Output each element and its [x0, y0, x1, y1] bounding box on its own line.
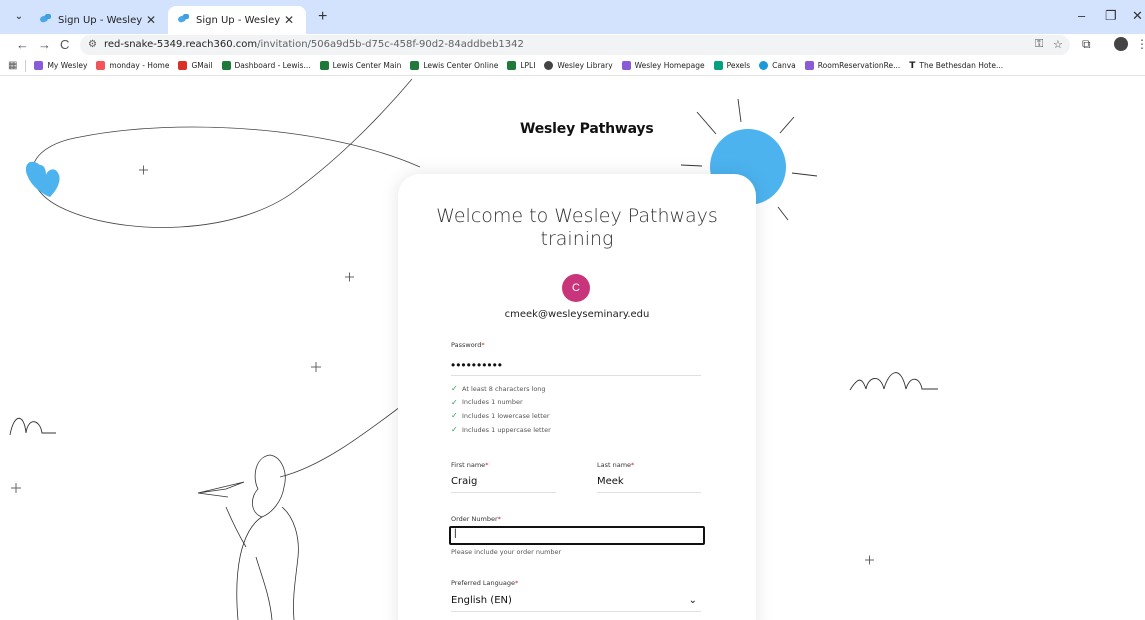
woman-illustration [197, 454, 299, 620]
tab-inactive[interactable]: Sign Up - Wesley Pathways ✕ [30, 6, 168, 34]
site-settings-icon[interactable]: ⚙ [88, 39, 97, 50]
order-number-hint: Please include your order number [451, 548, 562, 556]
password-rule: ✓ Includes 1 lowercase letter [451, 411, 550, 421]
bookmark-lewis-center-online[interactable]: Lewis Center Online [410, 61, 498, 70]
bookmark-favicon-icon [96, 61, 106, 70]
brand-logo: Wesley Pathways [520, 121, 654, 137]
extensions-icon[interactable]: ⧉ [1082, 37, 1091, 52]
bookmark-pexels[interactable]: Pexels [713, 61, 750, 70]
last-name-field[interactable]: Meek [597, 476, 701, 493]
minimize-button[interactable]: – [1078, 8, 1085, 23]
tab-title: Sign Up - Wesley Pathways [196, 14, 282, 26]
apps-grid-icon[interactable]: ▦ [8, 60, 17, 71]
menu-kebab-icon[interactable]: ⋮ [1136, 37, 1145, 51]
url-text: red-snake-5349.reach360.com/invitation/5… [104, 39, 524, 50]
order-number-label: Order Number* [451, 515, 501, 523]
bookmark-my-wesley[interactable]: My Wesley [34, 61, 87, 70]
back-button[interactable]: ← [16, 37, 29, 52]
globe-icon [544, 61, 554, 70]
password-rule: ✓ Includes 1 number [451, 397, 523, 407]
canva-icon [759, 61, 769, 70]
browser-toolbar: ← → C ⚙ red-snake-5349.reach360.com/invi… [0, 34, 1145, 56]
bookmark-room-reservation[interactable]: RoomReservationRe... [804, 61, 900, 70]
password-field[interactable]: •••••••••• [451, 358, 701, 376]
page-content: Wesley Pathways Welcome to Wesley Pathwa… [0, 77, 1145, 620]
bookmark-favicon-icon [221, 61, 231, 70]
bookmark-favicon-icon [34, 61, 44, 70]
reload-button[interactable]: C [60, 37, 69, 52]
close-window-button[interactable]: ✕ [1132, 8, 1143, 24]
restore-button[interactable]: ❐ [1105, 8, 1117, 24]
tab-close-icon[interactable]: ✕ [144, 13, 158, 27]
tab-search-chevron-icon[interactable]: ⌄ [12, 10, 26, 24]
bookmark-favicon-icon [507, 61, 517, 70]
tab-strip: ⌄ Sign Up - Wesley Pathways ✕ Sign Up - … [0, 0, 1145, 34]
bookmarks-bar: ▦ My Wesley monday - Home GMail Dashboar… [0, 56, 1145, 76]
wesley-pathways-favicon-icon [40, 14, 52, 26]
tab-title: Sign Up - Wesley Pathways [58, 14, 144, 26]
address-bar[interactable]: ⚙ red-snake-5349.reach360.com/invitation… [80, 35, 1070, 55]
check-icon: ✓ [451, 411, 458, 421]
bookmark-favicon-icon [804, 61, 814, 70]
bookmark-wesley-homepage[interactable]: Wesley Homepage [621, 61, 705, 70]
bookmark-favicon-icon [319, 61, 329, 70]
bookmark-star-icon[interactable]: ☆ [1053, 38, 1063, 51]
wesley-pathways-favicon-icon [178, 14, 190, 26]
bookmarks-divider [25, 59, 27, 72]
tab-active[interactable]: Sign Up - Wesley Pathways ✕ [168, 6, 306, 34]
forward-button[interactable]: → [38, 37, 51, 52]
bookmark-dashboard-lewis[interactable]: Dashboard - Lewis... [221, 61, 311, 70]
check-icon: ✓ [451, 384, 458, 394]
gmail-icon [178, 61, 188, 70]
password-key-icon[interactable]: ⚿ [1035, 38, 1043, 51]
bookmark-lewis-center-main[interactable]: Lewis Center Main [319, 61, 401, 70]
t-logo-icon: T [909, 60, 916, 71]
first-name-label: First name* [451, 461, 489, 469]
bookmark-monday[interactable]: monday - Home [96, 61, 169, 70]
bookmark-lpli[interactable]: LPLI [507, 61, 535, 70]
tab-close-icon[interactable]: ✕ [282, 13, 296, 27]
password-rule: ✓ At least 8 characters long [451, 384, 546, 394]
bookmark-canva[interactable]: Canva [759, 61, 796, 70]
first-name-field[interactable]: Craig [451, 476, 556, 493]
language-select[interactable]: English (EN) ⌄ [451, 595, 701, 612]
bookmark-wesley-library[interactable]: Wesley Library [544, 61, 613, 70]
avatar: C [562, 274, 590, 302]
bookmark-favicon-icon [621, 61, 631, 70]
language-label: Preferred Language* [451, 579, 519, 587]
chevron-down-icon: ⌄ [688, 595, 697, 606]
bookmark-favicon-icon [410, 61, 420, 70]
order-number-input[interactable]: | [449, 526, 705, 545]
password-rules-list: ✓ At least 8 characters long ✓ Includes 1 … [451, 382, 551, 436]
password-rule: ✓ Includes 1 uppercase letter [451, 425, 551, 435]
new-tab-button[interactable]: + [318, 8, 327, 26]
signup-card: Welcome to Wesley Pathways training C cm… [398, 174, 756, 620]
bookmark-bethesdan-hotel[interactable]: T The Bethesdan Hote... [909, 61, 1003, 71]
profile-avatar-icon[interactable] [1114, 37, 1128, 51]
last-name-label: Last name* [597, 461, 635, 469]
bookmark-gmail[interactable]: GMail [178, 61, 213, 70]
user-email: cmeek@wesleyseminary.edu [504, 309, 650, 320]
pexels-icon [713, 61, 723, 70]
welcome-heading: Welcome to Wesley Pathways training [436, 205, 718, 250]
check-icon: ✓ [451, 425, 458, 435]
password-label: Password* [451, 341, 485, 349]
check-icon: ✓ [451, 397, 458, 407]
heart-icon [25, 161, 60, 197]
